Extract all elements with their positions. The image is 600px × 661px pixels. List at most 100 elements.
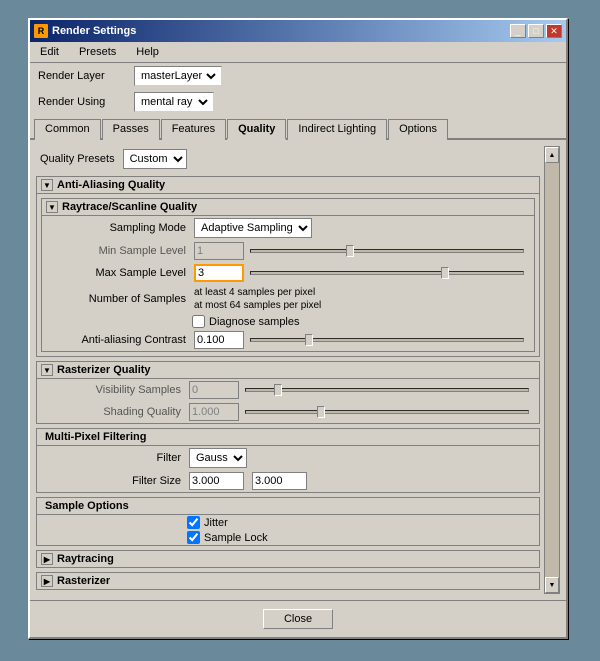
render-using-select[interactable]: mental ray: [137, 95, 211, 109]
rasterizer-toggle[interactable]: ▶: [41, 575, 53, 587]
jitter-checkbox[interactable]: [187, 516, 200, 529]
window-title: Render Settings: [52, 25, 136, 37]
tab-features[interactable]: Features: [161, 119, 226, 140]
raytrace-scanline-subsection: ▼ Raytrace/Scanline Quality Sampling Mod…: [41, 198, 535, 352]
tab-passes[interactable]: Passes: [102, 119, 160, 140]
title-buttons: _ □ ✕: [510, 24, 562, 38]
sample-lock-checkbox[interactable]: [187, 531, 200, 544]
minimize-button[interactable]: _: [510, 24, 526, 38]
close-button-row: Close: [30, 600, 566, 637]
diagnose-samples-row: Diagnose samples: [42, 314, 534, 329]
tab-indirect-lighting[interactable]: Indirect Lighting: [287, 119, 387, 140]
rasterizer-title: Rasterizer: [57, 575, 110, 587]
visibility-samples-row: Visibility Samples: [37, 379, 539, 401]
diagnose-samples-label: Diagnose samples: [209, 316, 300, 328]
render-using-combo[interactable]: mental ray: [134, 92, 214, 112]
rasterizer-quality-section: ▼ Rasterizer Quality Visibility Samples: [36, 361, 540, 424]
aa-contrast-slider-container: [248, 338, 526, 342]
sampling-mode-label: Sampling Mode: [50, 222, 190, 234]
visibility-samples-slider-track[interactable]: [245, 388, 529, 392]
tab-quality[interactable]: Quality: [227, 119, 286, 140]
multi-pixel-filtering-section: Multi-Pixel Filtering Filter Gauss Filte…: [36, 428, 540, 493]
tabs-container: Common Passes Features Quality Indirect …: [30, 115, 566, 140]
diagnose-samples-checkbox[interactable]: [192, 315, 205, 328]
sample-options-header: Sample Options: [37, 498, 539, 515]
scrollbar: ▲ ▼: [544, 146, 560, 594]
sample-options-section: Sample Options Jitter Sample Lock: [36, 497, 540, 546]
filter-size-row: Filter Size: [37, 470, 539, 492]
anti-aliasing-toggle[interactable]: ▼: [41, 179, 53, 191]
scroll-down-button[interactable]: ▼: [545, 577, 559, 593]
rasterizer-quality-title: Rasterizer Quality: [57, 364, 151, 376]
title-bar: R Render Settings _ □ ✕: [30, 20, 566, 42]
max-sample-row: Max Sample Level: [42, 262, 534, 284]
min-sample-slider-thumb[interactable]: [346, 245, 354, 257]
raytrace-scanline-header: ▼ Raytrace/Scanline Quality: [42, 199, 534, 216]
min-sample-slider-track[interactable]: [250, 249, 524, 253]
min-sample-input[interactable]: [194, 242, 244, 260]
raytrace-scanline-title: Raytrace/Scanline Quality: [62, 201, 197, 213]
render-using-label: Render Using: [38, 96, 128, 108]
scrollbar-track[interactable]: [545, 163, 559, 577]
filter-select[interactable]: Gauss: [189, 448, 247, 468]
filter-size-label: Filter Size: [45, 475, 185, 487]
filter-row: Filter Gauss: [37, 446, 539, 470]
num-samples-row: Number of Samples at least 4 samples per…: [42, 284, 534, 314]
raytrace-toggle[interactable]: ▼: [46, 201, 58, 213]
raytracing-toggle[interactable]: ▶: [41, 553, 53, 565]
window-icon: R: [34, 24, 48, 38]
quality-presets-select[interactable]: Custom: [123, 149, 187, 169]
render-layer-select[interactable]: masterLayer: [137, 69, 219, 83]
max-sample-slider-container: [248, 271, 526, 275]
menu-bar: Edit Presets Help: [30, 42, 566, 63]
filter-size-input-1[interactable]: [189, 472, 244, 490]
presets-row: Quality Presets Custom: [36, 146, 540, 172]
shading-quality-slider-container: [243, 410, 531, 414]
render-layer-row: Render Layer masterLayer: [30, 63, 566, 89]
rasterizer-header: ▶ Rasterizer: [37, 573, 539, 589]
visibility-samples-label: Visibility Samples: [45, 384, 185, 396]
rasterizer-quality-header: ▼ Rasterizer Quality: [37, 362, 539, 379]
menu-help[interactable]: Help: [130, 44, 165, 60]
title-bar-left: R Render Settings: [34, 24, 136, 38]
sampling-mode-row: Sampling Mode Adaptive Sampling: [42, 216, 534, 240]
max-sample-label: Max Sample Level: [50, 267, 190, 279]
render-layer-combo[interactable]: masterLayer: [134, 66, 222, 86]
menu-presets[interactable]: Presets: [73, 44, 122, 60]
shading-quality-slider-thumb[interactable]: [317, 406, 325, 418]
shading-quality-input[interactable]: [189, 403, 239, 421]
num-samples-line1: at least 4 samples per pixel: [194, 286, 329, 299]
anti-aliasing-title: Anti-Aliasing Quality: [57, 179, 165, 191]
rasterizer-quality-toggle[interactable]: ▼: [41, 364, 53, 376]
maximize-button[interactable]: □: [528, 24, 544, 38]
anti-aliasing-header: ▼ Anti-Aliasing Quality: [37, 177, 539, 194]
visibility-samples-slider-thumb[interactable]: [274, 384, 282, 396]
aa-contrast-input[interactable]: [194, 331, 244, 349]
max-sample-slider-thumb[interactable]: [441, 267, 449, 279]
sample-lock-label: Sample Lock: [204, 532, 268, 544]
render-using-row: Render Using mental ray: [30, 89, 566, 115]
raytracing-section: ▶ Raytracing: [36, 550, 540, 568]
rasterizer-section: ▶ Rasterizer: [36, 572, 540, 590]
filter-size-input-2[interactable]: [252, 472, 307, 490]
aa-contrast-slider-track[interactable]: [250, 338, 524, 342]
shading-quality-row: Shading Quality: [37, 401, 539, 423]
multi-pixel-filtering-header: Multi-Pixel Filtering: [37, 429, 539, 446]
aa-contrast-slider-thumb[interactable]: [305, 334, 313, 346]
tab-common[interactable]: Common: [34, 119, 101, 140]
sampling-mode-select[interactable]: Adaptive Sampling: [194, 218, 312, 238]
max-sample-slider-track[interactable]: [250, 271, 524, 275]
visibility-samples-input[interactable]: [189, 381, 239, 399]
tab-options[interactable]: Options: [388, 119, 448, 140]
max-sample-input[interactable]: [194, 264, 244, 282]
aa-contrast-label: Anti-aliasing Contrast: [50, 334, 190, 346]
menu-edit[interactable]: Edit: [34, 44, 65, 60]
scroll-up-button[interactable]: ▲: [545, 147, 559, 163]
shading-quality-slider-track[interactable]: [245, 410, 529, 414]
close-button[interactable]: Close: [263, 609, 333, 629]
sample-lock-row: Sample Lock: [37, 530, 539, 545]
close-window-button[interactable]: ✕: [546, 24, 562, 38]
raytracing-header: ▶ Raytracing: [37, 551, 539, 567]
filter-label: Filter: [45, 452, 185, 464]
content-area: Quality Presets Custom ▼ Anti-Aliasing Q…: [30, 140, 566, 600]
